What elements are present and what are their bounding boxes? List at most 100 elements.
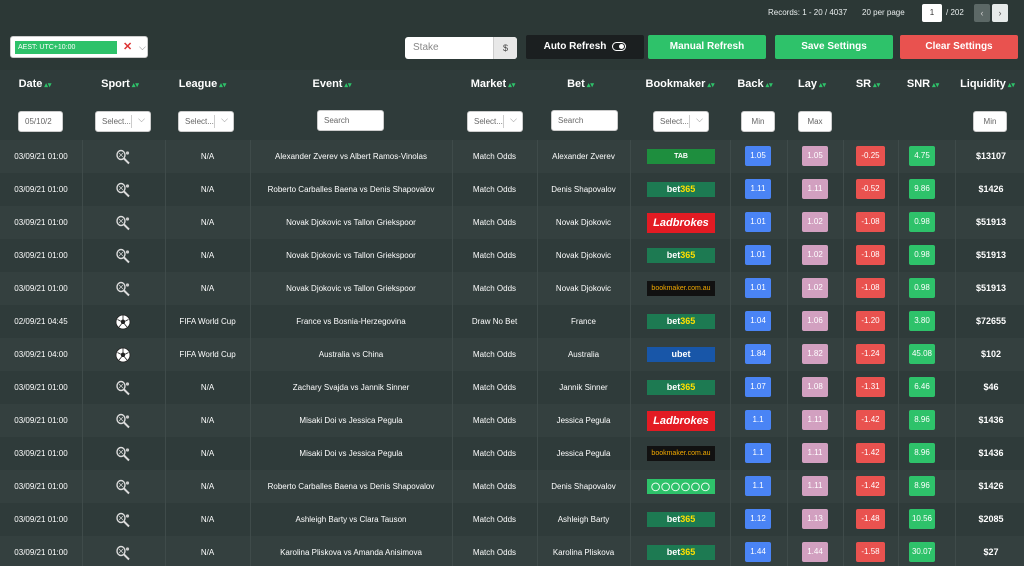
prev-page-button[interactable]: ‹ — [974, 4, 990, 22]
lay-odds[interactable]: 1.02 — [802, 212, 828, 232]
bookmaker-logo-bet365[interactable]: bet365 — [647, 314, 715, 329]
table-row[interactable]: 03/09/21 01:00 N/A Ashleigh Barty vs Clara… — [0, 503, 1024, 536]
lay-odds[interactable]: 1.13 — [802, 509, 828, 529]
lay-odds[interactable]: 1.11 — [802, 476, 828, 496]
column-header-sr[interactable]: SR ▴▾ — [843, 78, 893, 90]
manual-refresh-button[interactable]: Manual Refresh — [648, 35, 766, 59]
liquidity-min-input[interactable]: Min — [973, 111, 1007, 132]
clear-settings-button[interactable]: Clear Settings — [900, 35, 1018, 59]
back-odds[interactable]: 1.05 — [745, 146, 771, 166]
row-event[interactable]: Ashleigh Barty vs Clara Tauson — [250, 503, 452, 536]
column-header-sport[interactable]: Sport ▴▾ — [85, 78, 155, 90]
toggle-icon[interactable] — [612, 41, 627, 51]
sort-icon[interactable]: ▴▾ — [344, 82, 351, 89]
bookmaker-logo-bet365[interactable]: bet365 — [647, 380, 715, 395]
row-event[interactable]: Alexander Zverev vs Albert Ramos-Vinolas — [250, 140, 452, 173]
table-row[interactable]: 03/09/21 01:00 N/A Roberto Carballes Baena… — [0, 470, 1024, 503]
bookmaker-logo-ladbrokes[interactable]: Ladbrokes — [647, 213, 715, 233]
sort-icon[interactable]: ▴▾ — [873, 82, 880, 89]
bookmaker-logo-bet365[interactable]: bet365 — [647, 545, 715, 560]
bookmaker-logo-bet365[interactable]: bet365 — [647, 512, 715, 527]
row-event[interactable]: Novak Djokovic vs Tallon Griekspoor — [250, 206, 452, 239]
back-odds[interactable]: 1.11 — [745, 179, 771, 199]
bookmaker-logo-bookmaker[interactable]: bookmaker.com.au — [647, 281, 715, 296]
lay-odds[interactable]: 1.05 — [802, 146, 828, 166]
row-event[interactable]: Novak Djokovic vs Tallon Griekspoor — [250, 239, 452, 272]
chevron-down-icon[interactable]: ⌵ — [139, 42, 146, 53]
lay-odds[interactable]: 1.11 — [802, 443, 828, 463]
lay-odds[interactable]: 1.44 — [802, 542, 828, 562]
table-row[interactable]: 03/09/21 01:00 N/A Roberto Carballes Baena… — [0, 173, 1024, 206]
table-row[interactable]: 03/09/21 01:00 N/A Misaki Doi vs Jessica P… — [0, 437, 1024, 470]
lay-odds[interactable]: 1.11 — [802, 179, 828, 199]
column-header-date[interactable]: Date ▴▾ — [0, 78, 70, 90]
row-event[interactable]: Zachary Svajda vs Jannik Sinner — [250, 371, 452, 404]
sort-icon[interactable]: ▴▾ — [932, 82, 939, 89]
back-odds[interactable]: 1.12 — [745, 509, 771, 529]
table-row[interactable]: 03/09/21 01:00 N/A Novak Djokovic vs Tallo… — [0, 272, 1024, 305]
column-header-back[interactable]: Back ▴▾ — [730, 78, 780, 90]
table-row[interactable]: 03/09/21 01:00 N/A Misaki Doi vs Jessica P… — [0, 404, 1024, 437]
row-event[interactable]: Novak Djokovic vs Tallon Griekspoor — [250, 272, 452, 305]
sort-icon[interactable]: ▴▾ — [132, 82, 139, 89]
table-row[interactable]: 03/09/21 01:00 N/A Karolina Pliskova vs Am… — [0, 536, 1024, 566]
lay-odds[interactable]: 1.08 — [802, 377, 828, 397]
event-search-input[interactable]: Search — [317, 110, 384, 131]
row-event[interactable]: Karolina Pliskova vs Amanda Anisimova — [250, 536, 452, 566]
next-page-button[interactable]: › — [992, 4, 1008, 22]
lay-odds[interactable]: 1.82 — [802, 344, 828, 364]
sort-icon[interactable]: ▴▾ — [766, 82, 773, 89]
table-row[interactable]: 03/09/21 04:00 FIFA World Cup Australia vs… — [0, 338, 1024, 371]
back-odds[interactable]: 1.84 — [745, 344, 771, 364]
bookmaker-logo-sportsbet[interactable]: ◯◯◯◯◯◯ — [647, 479, 715, 494]
sort-icon[interactable]: ▴▾ — [508, 82, 515, 89]
bookmaker-logo-ladbrokes[interactable]: Ladbrokes — [647, 411, 715, 431]
bet-search-input[interactable]: Search — [551, 110, 618, 131]
sort-icon[interactable]: ▴▾ — [707, 82, 714, 89]
back-odds[interactable]: 1.01 — [745, 212, 771, 232]
sort-icon[interactable]: ▴▾ — [1008, 82, 1015, 89]
row-event[interactable]: Misaki Doi vs Jessica Pegula — [250, 437, 452, 470]
league-filter-select[interactable]: Select... — [178, 110, 234, 132]
column-header-bookmaker[interactable]: Bookmaker ▴▾ — [640, 78, 720, 90]
row-event[interactable]: Australia vs China — [250, 338, 452, 371]
page-number-input[interactable]: 1 — [922, 4, 942, 22]
row-event[interactable]: Roberto Carballes Baena vs Denis Shapova… — [250, 470, 452, 503]
row-event[interactable]: Roberto Carballes Baena vs Denis Shapova… — [250, 173, 452, 206]
column-header-event[interactable]: Event ▴▾ — [262, 78, 402, 90]
table-row[interactable]: 03/09/21 01:00 N/A Novak Djokovic vs Tallo… — [0, 239, 1024, 272]
bookmaker-logo-bookmaker[interactable]: bookmaker.com.au — [647, 446, 715, 461]
back-odds[interactable]: 1.04 — [745, 311, 771, 331]
sort-icon[interactable]: ▴▾ — [587, 82, 594, 89]
lay-odds[interactable]: 1.06 — [802, 311, 828, 331]
lay-odds[interactable]: 1.02 — [802, 278, 828, 298]
sport-filter-select[interactable]: Select... — [95, 110, 151, 132]
back-odds[interactable]: 1.44 — [745, 542, 771, 562]
sort-icon[interactable]: ▴▾ — [219, 82, 226, 89]
stake-input[interactable]: Stake $ — [405, 37, 517, 59]
save-settings-button[interactable]: Save Settings — [775, 35, 893, 59]
table-row[interactable]: 03/09/21 01:00 N/A Zachary Svajda vs Janni… — [0, 371, 1024, 404]
row-event[interactable]: Misaki Doi vs Jessica Pegula — [250, 404, 452, 437]
timezone-select[interactable]: AEST: UTC+10:00 ✕ ⌵ — [10, 36, 148, 58]
column-header-liquidity[interactable]: Liquidity ▴▾ — [955, 78, 1020, 90]
table-row[interactable]: 03/09/21 01:00 N/A Novak Djokovic vs Tallo… — [0, 206, 1024, 239]
table-row[interactable]: 02/09/21 04:45 FIFA World Cup France vs Bo… — [0, 305, 1024, 338]
auto-refresh-button[interactable]: Auto Refresh — [526, 35, 644, 59]
bookmaker-filter-select[interactable]: Select... — [653, 110, 709, 132]
column-header-lay[interactable]: Lay ▴▾ — [787, 78, 837, 90]
sort-icon[interactable]: ▴▾ — [44, 82, 51, 89]
per-page-select[interactable]: 20 per page — [862, 8, 905, 17]
back-odds[interactable]: 1.07 — [745, 377, 771, 397]
lay-max-input[interactable]: Max — [798, 111, 832, 132]
back-odds[interactable]: 1.1 — [745, 476, 771, 496]
bookmaker-logo-bet365[interactable]: bet365 — [647, 248, 715, 263]
back-odds[interactable]: 1.01 — [745, 245, 771, 265]
column-header-market[interactable]: Market ▴▾ — [458, 78, 528, 90]
lay-odds[interactable]: 1.02 — [802, 245, 828, 265]
column-header-snr[interactable]: SNR ▴▾ — [898, 78, 948, 90]
back-odds[interactable]: 1.01 — [745, 278, 771, 298]
clear-timezone-icon[interactable]: ✕ — [123, 40, 132, 53]
column-header-league[interactable]: League ▴▾ — [165, 78, 240, 90]
bookmaker-logo-ubet[interactable]: ubet — [647, 347, 715, 362]
